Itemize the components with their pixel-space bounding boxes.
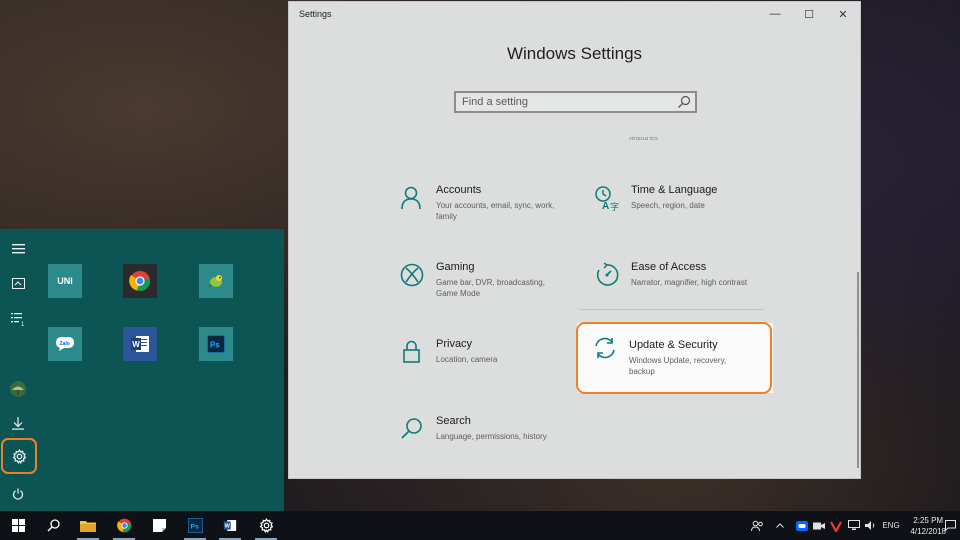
person-icon: [399, 185, 425, 211]
chevron-up-icon[interactable]: [775, 519, 785, 532]
window-title: Settings: [299, 9, 332, 19]
word-tile[interactable]: W: [123, 327, 157, 361]
zalo-icon: Zalo: [56, 337, 74, 351]
category-name: Privacy: [436, 338, 473, 350]
category-search[interactable]: Search Language, permissions, history: [393, 412, 583, 476]
photoshop-icon: Ps: [207, 335, 225, 353]
vivaldi-tray-icon[interactable]: [829, 519, 842, 532]
close-button[interactable]: ✕: [826, 2, 860, 26]
parrot-app-icon: [208, 275, 222, 288]
window-controls: — ☐ ✕: [758, 2, 860, 26]
photoshop-tile[interactable]: Ps: [199, 327, 233, 361]
xbox-icon: [399, 262, 425, 288]
uni-app-tile[interactable]: UNI: [48, 264, 82, 298]
category-name: Gaming: [436, 261, 475, 273]
search-input[interactable]: [456, 93, 671, 111]
time-language-icon: A字: [594, 185, 620, 213]
svg-text:1: 1: [21, 322, 25, 326]
category-privacy[interactable]: Privacy Location, camera: [393, 335, 583, 399]
start-menu: 1 UNI Zalo W Ps: [0, 229, 284, 511]
word-label: W: [132, 340, 140, 349]
highlight-ring: [576, 322, 772, 394]
minimize-button[interactable]: —: [758, 2, 792, 26]
power-icon[interactable]: [0, 478, 36, 510]
word-icon[interactable]: W: [213, 511, 247, 540]
user-avatar[interactable]: [0, 373, 36, 405]
settings-window: Settings — ☐ ✕ Windows Settings features…: [288, 1, 861, 479]
category-name: Time & Language: [631, 184, 718, 196]
taskbar: Ps W ENG 2:25 PM 4/12/2018: [0, 511, 960, 540]
hamburger-menu-icon[interactable]: [0, 233, 36, 265]
maximize-button[interactable]: ☐: [792, 2, 826, 26]
tiles-icon[interactable]: [0, 267, 36, 299]
ease-of-access-icon: [594, 262, 620, 288]
language-indicator[interactable]: ENG: [880, 519, 902, 532]
category-desc: Narrator, magnifier, high contrast: [631, 278, 748, 287]
category-time-language[interactable]: A字 Time & Language Speech, region, date: [588, 181, 778, 245]
category-desc: Location, camera: [436, 355, 498, 364]
windows-start-icon[interactable]: [1, 511, 35, 540]
photoshop-label: Ps: [210, 341, 220, 350]
zalo-label: Zalo: [60, 341, 70, 347]
file-explorer-icon[interactable]: [71, 511, 105, 540]
chrome-icon: [129, 271, 150, 291]
category-desc: Speech, region, date: [631, 201, 705, 210]
cut-off-category-text: features: [629, 137, 658, 142]
search-box[interactable]: [454, 91, 697, 113]
people-icon[interactable]: [750, 519, 764, 532]
settings-icon[interactable]: [249, 511, 283, 540]
taskbar-photoshop-label: Ps: [190, 523, 198, 530]
category-name: Ease of Access: [631, 261, 707, 273]
photoshop-icon[interactable]: Ps: [178, 511, 212, 540]
svg-text:字: 字: [610, 201, 619, 211]
parrot-app-tile[interactable]: [199, 264, 233, 298]
lock-icon: [399, 339, 425, 365]
volume-icon[interactable]: [864, 519, 877, 532]
camera-tray-icon[interactable]: [812, 519, 825, 532]
network-icon[interactable]: [847, 519, 860, 532]
uni-app-label: UNI: [57, 276, 73, 286]
clock-time: 2:25 PM: [913, 516, 944, 525]
zalo-tray-icon[interactable]: [795, 519, 808, 532]
category-name: Accounts: [436, 184, 482, 196]
category-accounts[interactable]: Accounts Your accounts, email, sync, wor…: [393, 181, 583, 245]
category-ease-of-access[interactable]: Ease of Access Narrator, magnifier, high…: [588, 258, 778, 322]
category-gaming[interactable]: Gaming Game bar, DVR, broadcasting, Game…: [393, 258, 583, 322]
notifications-icon[interactable]: [944, 519, 956, 532]
gear-icon[interactable]: [1, 438, 37, 474]
sticky-notes-icon[interactable]: [142, 511, 176, 540]
search-icon: [399, 416, 425, 442]
clock-date: 4/12/2018: [910, 527, 946, 536]
clock[interactable]: 2:25 PM 4/12/2018: [910, 515, 946, 537]
chrome-tile[interactable]: [123, 264, 157, 298]
all-apps-icon[interactable]: 1: [0, 303, 36, 335]
category-desc: Language, permissions, history: [436, 432, 547, 441]
svg-text:A: A: [602, 201, 609, 211]
search-icon[interactable]: [36, 511, 70, 540]
zalo-tile[interactable]: Zalo: [48, 327, 82, 361]
taskbar-word-label: W: [225, 524, 231, 530]
divider: [579, 309, 764, 310]
category-desc: Game bar, DVR, broadcasting, Game Mode: [436, 278, 545, 298]
word-icon: W: [131, 336, 149, 352]
start-rail: 1: [0, 229, 37, 511]
chrome-icon[interactable]: [107, 511, 141, 540]
scrollbar[interactable]: [857, 272, 859, 468]
category-desc: Your accounts, email, sync, work, family: [436, 201, 555, 221]
downloads-icon[interactable]: [0, 407, 36, 439]
page-title: Windows Settings: [506, 44, 643, 63]
category-name: Search: [436, 415, 471, 427]
search-icon[interactable]: [677, 95, 691, 109]
